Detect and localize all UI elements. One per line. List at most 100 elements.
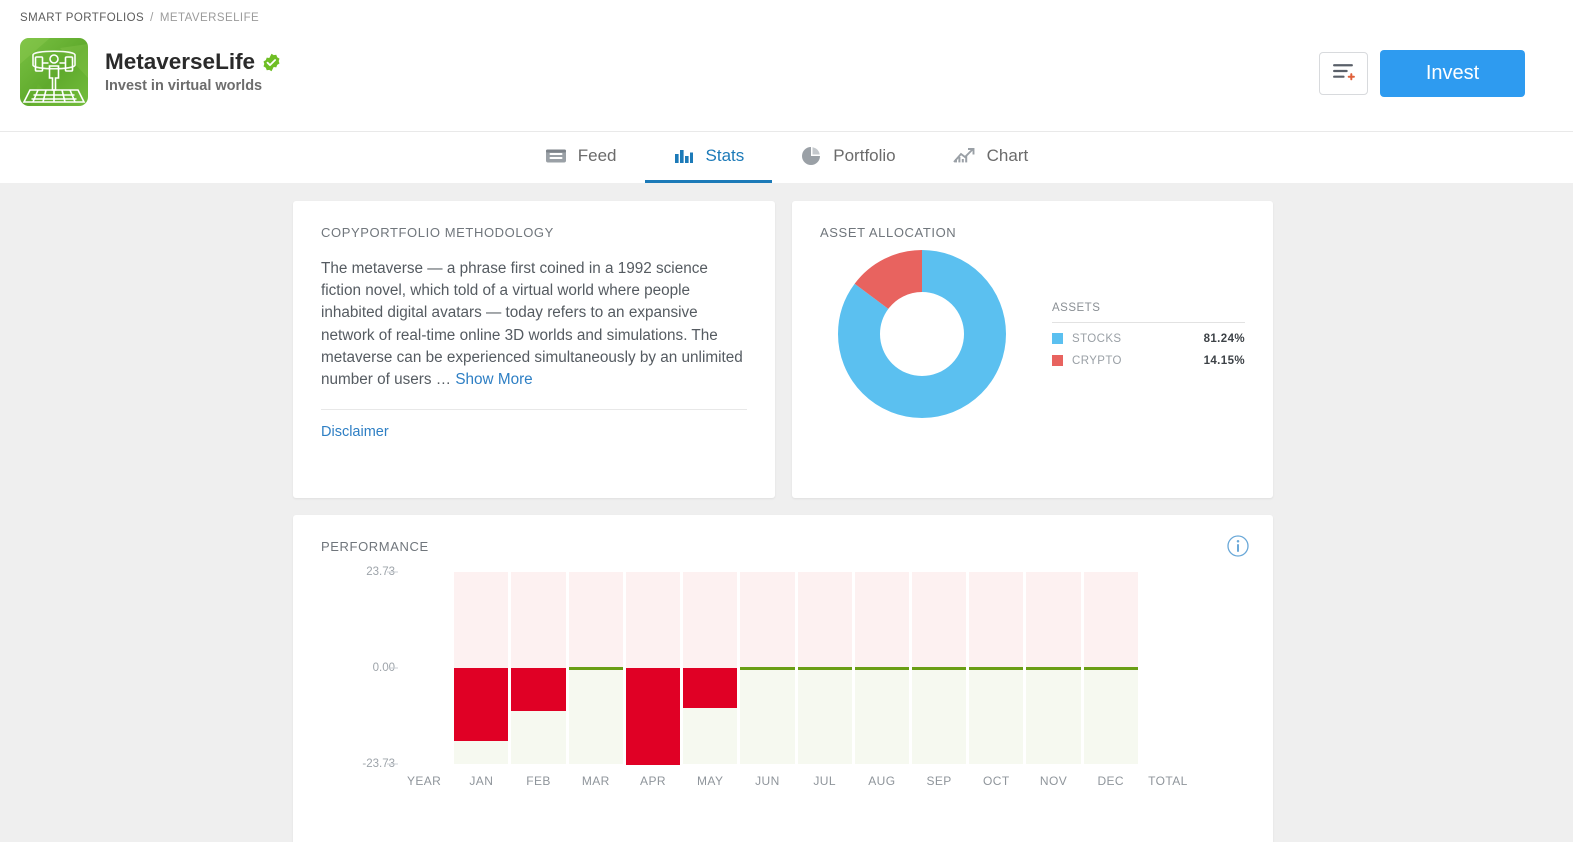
chart-column-oct[interactable] xyxy=(969,572,1024,764)
page-title: MetaverseLife xyxy=(105,50,281,74)
disclaimer-link[interactable]: Disclaimer xyxy=(293,410,775,440)
portfolio-name: MetaverseLife xyxy=(105,49,256,75)
negative-band xyxy=(969,668,1024,764)
breadcrumb-separator: / xyxy=(150,12,154,24)
positive-band xyxy=(511,572,566,668)
chart-column-jan[interactable] xyxy=(454,572,509,764)
methodology-ellipsis: … xyxy=(435,371,452,389)
add-to-watchlist-icon xyxy=(1331,61,1356,87)
x-axis-labels: YEAR JAN FEB MAR APR MAY JUN JUL AUG SEP OCT NOV DEC… xyxy=(397,774,1195,788)
x-axis-label: SEP xyxy=(926,774,952,788)
breadcrumb-current: METAVERSELIFE xyxy=(159,12,260,24)
positive-band xyxy=(1026,572,1081,668)
breadcrumb-root[interactable]: SMART PORTFOLIOS xyxy=(20,12,144,24)
positive-band xyxy=(625,572,681,668)
positive-band xyxy=(454,572,509,668)
tab-portfolio-label: Portfolio xyxy=(833,146,896,165)
chart-column-feb[interactable] xyxy=(511,572,566,764)
stocks-value: 81.24% xyxy=(1203,332,1245,345)
zero-value-line xyxy=(568,666,623,670)
chart-column-aug[interactable] xyxy=(854,572,909,764)
chart-column-total[interactable] xyxy=(1141,572,1195,764)
zero-value-line xyxy=(969,666,1024,670)
asset-allocation-donut-chart xyxy=(838,250,1006,418)
positive-band xyxy=(568,572,623,668)
positive-band xyxy=(854,572,909,668)
invest-button[interactable]: Invest xyxy=(1380,50,1525,97)
main-content: COPYPORTFOLIO METHODOLOGY The metaverse … xyxy=(0,183,1573,842)
allocation-legend: ASSETS STOCKS 81.24% CRYPTO 14.15% xyxy=(1052,302,1273,367)
trend-chart-icon xyxy=(952,147,976,165)
negative-band xyxy=(797,668,852,764)
negative-band xyxy=(740,668,795,764)
x-axis-label: JUL xyxy=(813,774,836,788)
chart-bar[interactable] xyxy=(511,668,566,712)
negative-band xyxy=(1083,668,1138,764)
asset-allocation-card: ASSET ALLOCATION ASSETS STOCKS 81.24% CR… xyxy=(792,201,1273,498)
crypto-label: CRYPTO xyxy=(1072,354,1122,367)
metaverse-portfolio-logo-icon xyxy=(20,38,88,106)
add-to-watchlist-button[interactable] xyxy=(1319,52,1368,95)
tab-feed[interactable]: Feed xyxy=(517,132,645,183)
chart-bar[interactable] xyxy=(625,668,681,766)
zero-value-line xyxy=(1083,666,1138,670)
pie-chart-icon xyxy=(800,146,822,166)
chart-column-apr[interactable] xyxy=(625,572,681,766)
tab-stats-label: Stats xyxy=(705,146,745,165)
x-axis-label: NOV xyxy=(1039,774,1068,788)
verified-badge-icon xyxy=(262,53,281,72)
positive-band xyxy=(911,572,967,668)
performance-chart: 23.73 0.00 -23.73 YEAR JAN FEB MAR APR MAY JUN JU… xyxy=(293,566,1273,817)
stocks-color-swatch xyxy=(1052,333,1063,344)
allocation-card-title: ASSET ALLOCATION xyxy=(820,225,957,240)
x-axis-label: TOTAL xyxy=(1148,774,1188,788)
show-more-link[interactable]: Show More xyxy=(455,371,532,388)
page-header: SMART PORTFOLIOS / METAVERSELIFE Metaver… xyxy=(0,0,1573,131)
chart-bar[interactable] xyxy=(454,668,509,741)
zero-value-line xyxy=(1026,666,1081,670)
positive-band xyxy=(797,572,852,668)
negative-band xyxy=(1026,668,1081,764)
legend-item-crypto[interactable]: CRYPTO 14.15% xyxy=(1052,345,1245,367)
y-axis: 23.73 0.00 -23.73 xyxy=(315,566,398,770)
zero-value-line xyxy=(740,666,795,670)
breadcrumb: SMART PORTFOLIOS / METAVERSELIFE xyxy=(20,0,1553,24)
x-axis-label: OCT xyxy=(983,774,1010,788)
tab-stats[interactable]: Stats xyxy=(644,132,773,183)
x-axis-label: JAN xyxy=(469,774,494,788)
bar-chart-icon xyxy=(673,147,695,165)
methodology-body: The metaverse — a phrase first coined in… xyxy=(293,240,775,391)
tab-bar: Feed Stats Portfolio Chart xyxy=(0,131,1573,183)
performance-card-row: PERFORMANCE 23.73 0.00 -23.73 YEAR JAN FEB MA… xyxy=(0,498,1573,842)
chart-column-mar[interactable] xyxy=(568,572,623,764)
chart-column-nov[interactable] xyxy=(1026,572,1081,764)
x-axis-label: DEC xyxy=(1097,774,1124,788)
performance-card: PERFORMANCE 23.73 0.00 -23.73 YEAR JAN FEB MA… xyxy=(293,515,1273,842)
x-axis-label: FEB xyxy=(526,774,551,788)
negative-band xyxy=(568,668,623,764)
methodology-text: The metaverse — a phrase first coined in… xyxy=(321,260,743,389)
allocation-body: ASSETS STOCKS 81.24% CRYPTO 14.15% xyxy=(792,240,1273,420)
zero-value-line xyxy=(797,666,852,670)
chart-bar[interactable] xyxy=(683,668,738,709)
crypto-color-swatch xyxy=(1052,355,1063,366)
tab-chart-label: Chart xyxy=(986,146,1029,165)
chart-column-year[interactable] xyxy=(397,572,451,764)
legend-header: ASSETS xyxy=(1052,302,1245,323)
copyportfolio-methodology-card: COPYPORTFOLIO METHODOLOGY The metaverse … xyxy=(293,201,775,498)
tab-portfolio[interactable]: Portfolio xyxy=(772,132,923,183)
chart-column-dec[interactable] xyxy=(1083,572,1138,764)
stocks-label: STOCKS xyxy=(1072,332,1122,345)
zero-value-line xyxy=(911,666,967,670)
x-axis-label: APR xyxy=(640,774,666,788)
chart-column-may[interactable] xyxy=(683,572,738,764)
x-axis-label: MAR xyxy=(581,774,610,788)
chart-column-jun[interactable] xyxy=(740,572,795,764)
legend-item-stocks[interactable]: STOCKS 81.24% xyxy=(1052,323,1245,345)
chart-column-jul[interactable] xyxy=(797,572,852,764)
tab-chart[interactable]: Chart xyxy=(924,132,1057,183)
x-axis-label: MAY xyxy=(697,774,724,788)
positive-band xyxy=(1083,572,1138,668)
chart-column-sep[interactable] xyxy=(911,572,967,764)
info-icon[interactable] xyxy=(1227,535,1249,557)
